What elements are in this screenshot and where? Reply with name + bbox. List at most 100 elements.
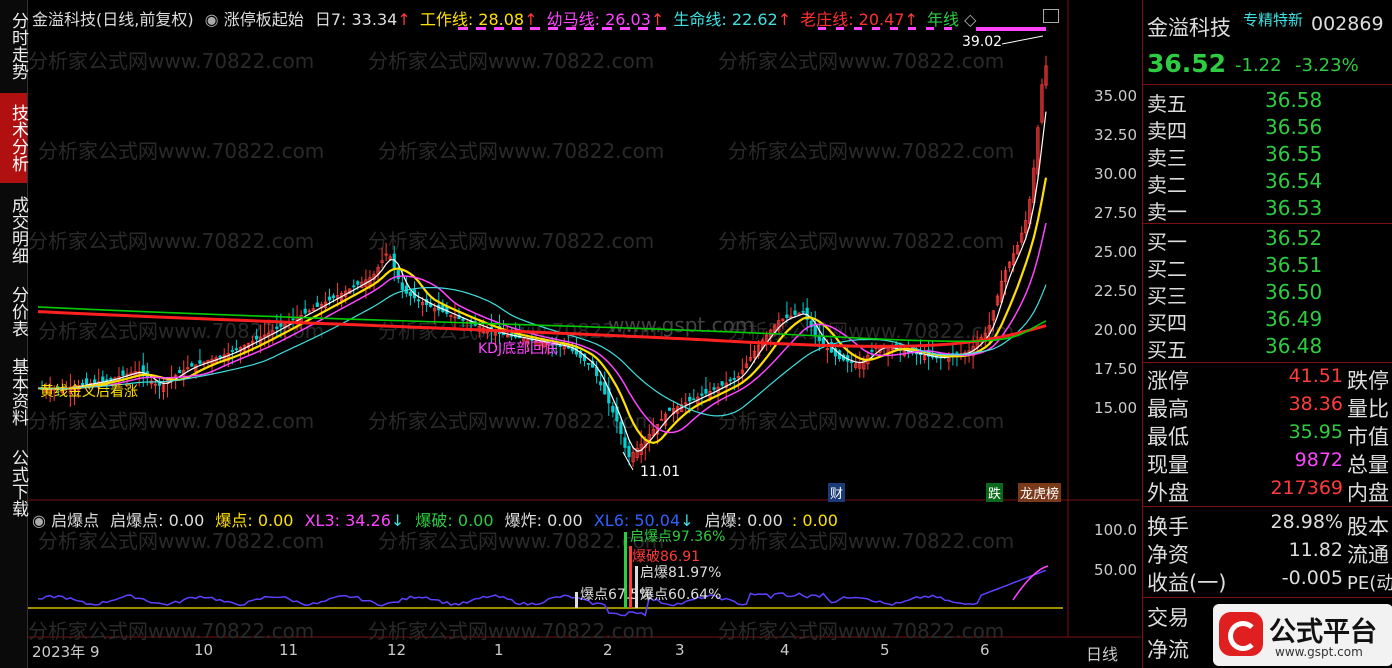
net-flow-tab[interactable]: 净流 (1147, 634, 1189, 664)
tab-technical-analysis[interactable]: 技术分析 (0, 93, 28, 183)
watermark-text: 分析家公式网www.70822.com (378, 139, 664, 163)
stat-label: PE(动) (1347, 573, 1392, 594)
dragon-tiger-badge[interactable]: 龙虎榜 (1018, 483, 1062, 502)
indicator-name[interactable]: 涨停板起始 (224, 10, 304, 29)
price-change-pct: -3.23% (1295, 55, 1359, 76)
bd-value: 爆点: 0.00 (215, 511, 294, 530)
bid-row[interactable]: 买一 36.52 (1147, 226, 1387, 254)
candle-body (178, 369, 182, 374)
stat-label: 流通 (1347, 543, 1389, 567)
settings-icon[interactable]: ◉ (205, 10, 219, 29)
up-arrow-icon: ↑ (650, 10, 665, 29)
divider (1143, 223, 1392, 224)
stat-label: 市值 (1347, 425, 1389, 449)
cross-signal-label: 黄线金叉后看涨 (40, 384, 138, 400)
y-tick: 25.00 (1094, 243, 1137, 261)
candle-body (275, 326, 279, 329)
logo-g-shape (1228, 621, 1258, 651)
sub-annotation: 爆点67.5% (580, 587, 653, 603)
laozhuang-value: 老庄线: 20.47 (800, 10, 905, 29)
candle-body (870, 349, 874, 352)
watermark-text: 分析家公式网www.70822.com (378, 529, 664, 553)
tab-trade-detail[interactable]: 成交明细 (0, 186, 28, 274)
up-arrow-icon: ↑ (777, 10, 792, 29)
maximize-icon[interactable] (1043, 9, 1059, 23)
tab-intraday[interactable]: 分时走势 (0, 2, 28, 90)
settings-icon[interactable]: ◉ (32, 511, 46, 530)
candle-body (109, 377, 113, 380)
candle-body (230, 350, 234, 352)
price-change: -1.22 (1235, 55, 1282, 76)
sub-y-tick: 50.00 (1094, 561, 1137, 579)
stat-label: 量比 (1347, 397, 1389, 421)
diamond-icon[interactable]: ◇ (964, 10, 976, 29)
logo-g-icon (1219, 612, 1263, 656)
watermark-text: 分析家公式网www.70822.com (718, 409, 1004, 433)
x-tick: 4 (780, 641, 790, 659)
ask-row[interactable]: 卖一 36.53 (1147, 196, 1387, 224)
candle-body (331, 295, 336, 299)
candle-body (352, 285, 356, 288)
candle-body (461, 318, 465, 321)
candle-body (688, 396, 692, 402)
turnover-value: 28.98% (1270, 511, 1343, 533)
up-arrow-icon: ↑ (397, 10, 411, 29)
low-price-label: 11.01 (640, 464, 681, 480)
tab-formula-download[interactable]: 公式下载 (0, 439, 28, 527)
candle-body (728, 379, 732, 382)
outer-volume-value: 217369 (1270, 477, 1343, 499)
bid-row[interactable]: 买二 36.51 (1147, 253, 1387, 281)
tab-price-table[interactable]: 分价表 (0, 277, 28, 345)
candle-body (586, 362, 591, 365)
stat-label: 涨停 (1147, 369, 1189, 393)
candle-body (396, 270, 400, 280)
candle-body (704, 389, 708, 394)
ask-row[interactable]: 卖三 36.55 (1147, 142, 1387, 170)
stat-label: 外盘 (1147, 481, 1189, 505)
kline-chart[interactable]: 分析家公式网www.70822.com 分析家公式网www.70822.com 分析… (28, 0, 1141, 668)
candle-body (416, 299, 421, 302)
nianxian-label: 年线 (927, 10, 960, 29)
watermark-text: 分析家公式网www.70822.com (38, 529, 324, 553)
watermark-text: 分析家公式网www.70822.com (718, 49, 1004, 73)
candle-body (234, 348, 238, 351)
sub-indicator-name[interactable]: 启爆点 (51, 511, 99, 530)
stat-label: 跌停 (1347, 369, 1389, 393)
bid-row[interactable]: 买三 36.50 (1147, 280, 1387, 308)
bid-row[interactable]: 买五 36.48 (1147, 334, 1387, 362)
watermark-text: 分析家公式网www.70822.com (728, 529, 1014, 553)
ask-row[interactable]: 卖四 36.56 (1147, 115, 1387, 143)
gongzuo-value: 工作线: 28.08 (419, 10, 525, 29)
candle-body (720, 381, 724, 386)
ask-row[interactable]: 卖五 36.58 (1147, 88, 1387, 116)
x-tick: 12 (387, 641, 407, 659)
candle-body (603, 381, 607, 395)
ask-row[interactable]: 卖二 36.54 (1147, 169, 1387, 197)
bid-row[interactable]: 买四 36.49 (1147, 307, 1387, 335)
finance-badge[interactable]: 财 (828, 483, 846, 502)
divider (1143, 597, 1392, 598)
candle-body (558, 345, 562, 347)
candle-body (732, 377, 736, 380)
center-watermark: www.gspt.com (608, 313, 754, 337)
main-chart-area[interactable]: 分析家公式网www.70822.com 分析家公式网www.70822.com 分析… (28, 0, 1141, 668)
left-tab-bar: 分时走势 技术分析 成交明细 分价表 基本资料 公式下载 (0, 0, 28, 668)
candle-body (700, 393, 704, 396)
candle-body (667, 407, 672, 411)
xl3-value: XL3: 34.26 (304, 511, 391, 530)
y-tick: 27.50 (1094, 204, 1137, 222)
trade-tab[interactable]: 交易 (1147, 602, 1189, 632)
x-tick: 6 (980, 641, 990, 659)
sub-annotation: 启爆点97.36% (630, 529, 726, 545)
period-label[interactable]: 日线 (1086, 641, 1118, 665)
y-tick: 32.50 (1094, 126, 1137, 144)
candle-body (190, 363, 194, 367)
tab-basic-info[interactable]: 基本资料 (0, 348, 28, 436)
qbd-value: 启爆点: 0.00 (110, 511, 205, 530)
high-price-label: 39.02 (962, 34, 1003, 50)
watermark-text: 分析家公式网www.70822.com (28, 229, 314, 253)
candle-body (801, 310, 805, 313)
stat-label: 现量 (1147, 453, 1189, 477)
drop-badge[interactable]: 跌 (986, 483, 1004, 502)
candle-body (821, 337, 825, 345)
